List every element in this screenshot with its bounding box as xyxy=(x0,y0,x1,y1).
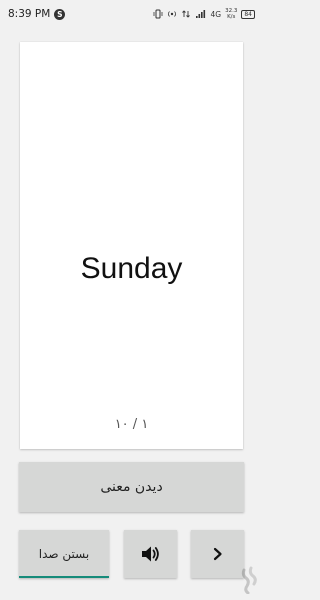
network-type: 4G xyxy=(210,9,222,19)
flashcard[interactable]: Sunday ۱ / ۱۰ xyxy=(20,42,243,449)
status-bar: 8:39 PM S 4G 32.3 K/s 84 xyxy=(0,0,263,28)
network-speed: 32.3 K/s xyxy=(225,8,237,20)
app-screen: 8:39 PM S 4G 32.3 K/s 84 Sunday ۱ / ۱۰ د… xyxy=(0,0,263,600)
show-meaning-button[interactable]: دیدن معنی xyxy=(19,462,244,512)
status-time: 8:39 PM xyxy=(8,8,51,20)
speak-button[interactable] xyxy=(124,530,177,578)
status-right: 4G 32.3 K/s 84 xyxy=(153,8,255,20)
speaker-icon xyxy=(141,546,159,562)
battery-indicator: 84 xyxy=(241,9,255,19)
vibrate-icon xyxy=(153,9,162,19)
notification-badge: S xyxy=(54,8,66,20)
next-button[interactable] xyxy=(191,530,244,578)
signal-icon xyxy=(195,10,205,18)
data-arrows-icon xyxy=(181,10,190,18)
network-speed-unit: K/s xyxy=(227,14,236,20)
hotspot-icon xyxy=(167,11,176,17)
card-counter: ۱ / ۱۰ xyxy=(114,417,149,432)
store-watermark-icon xyxy=(241,566,257,594)
chevron-right-icon xyxy=(213,547,222,561)
card-word: Sunday xyxy=(80,252,183,285)
status-left: 8:39 PM S xyxy=(8,8,66,20)
mute-button[interactable]: بستن صدا xyxy=(19,530,109,578)
